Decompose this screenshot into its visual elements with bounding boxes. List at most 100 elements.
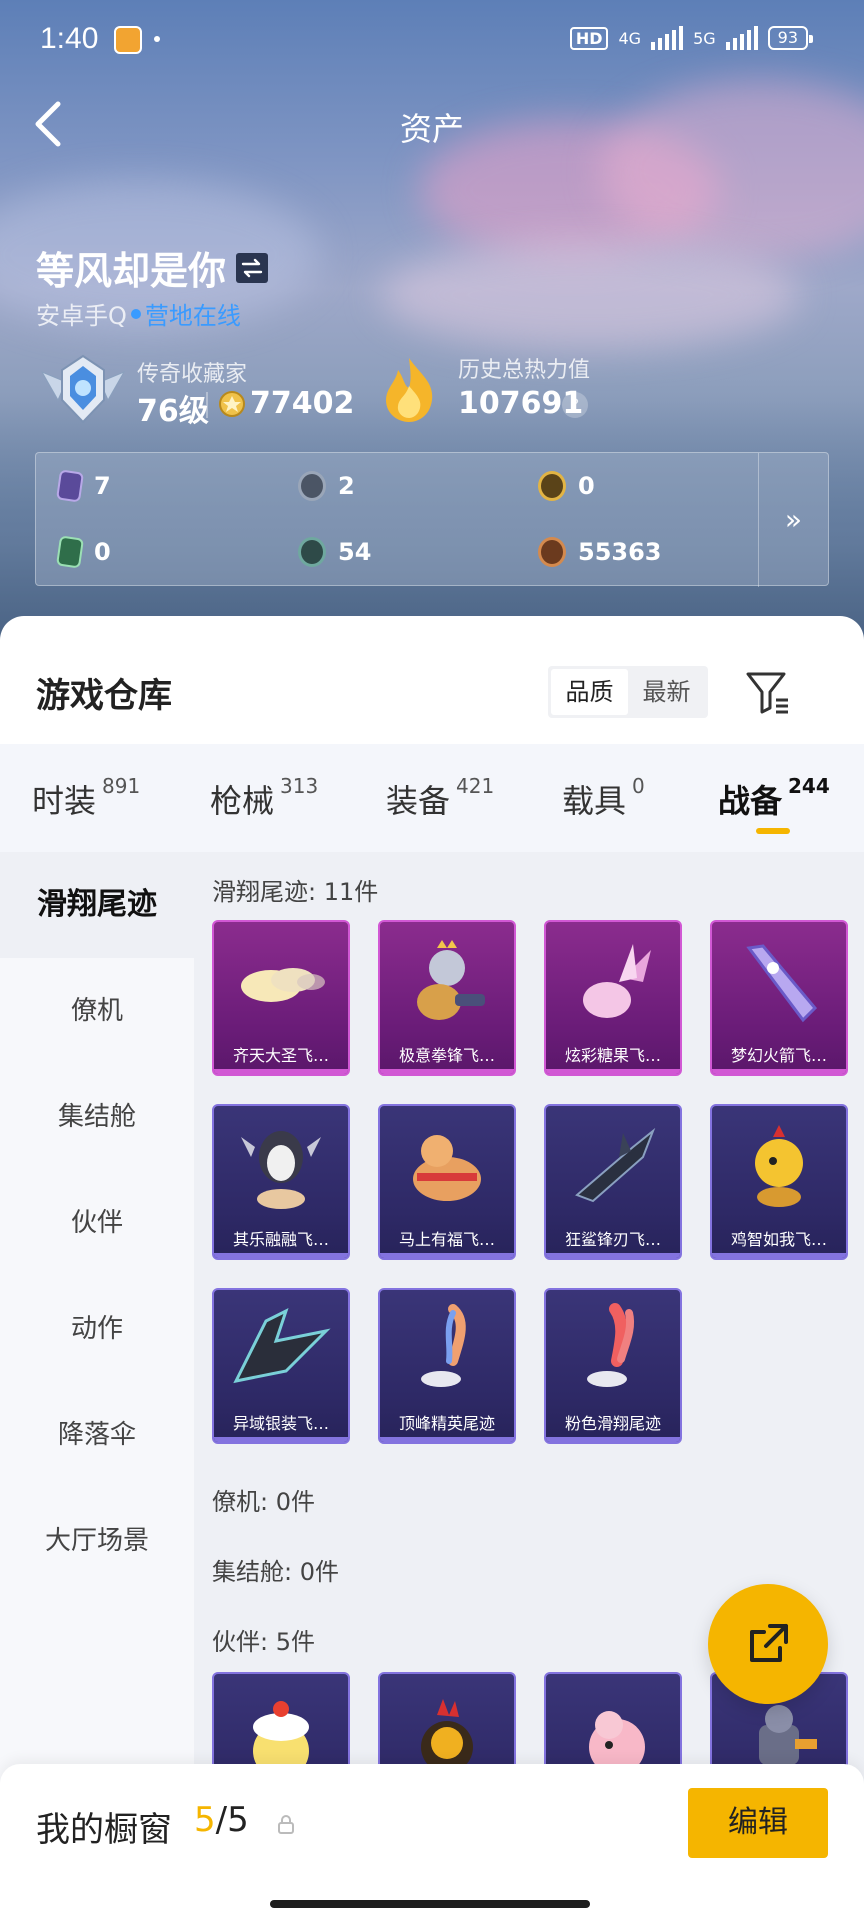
tab-count: 244 <box>788 774 830 798</box>
tab-vehicles[interactable]: 载具 0 <box>562 774 645 822</box>
item-label: 粉色滑翔尾迹 <box>564 1414 661 1433</box>
sidebar-item-emote[interactable]: 动作 <box>0 1276 194 1382</box>
silver-wings-icon <box>214 1296 348 1406</box>
collector-badge-icon[interactable] <box>38 352 128 428</box>
resource-value: 2 <box>338 472 355 500</box>
candy-icon <box>546 928 680 1038</box>
showcase-label: 我的橱窗 <box>36 1810 172 1850</box>
side-nav: 滑翔尾迹 僚机 集结舱 伙伴 动作 降落伞 大厅场景 <box>0 852 194 1920</box>
swap-account-icon[interactable] <box>236 252 269 283</box>
resource-item: 54 <box>298 537 371 567</box>
resource-item: 0 <box>56 535 111 569</box>
item-label: 异域银装飞… <box>232 1414 329 1433</box>
user-name-text: 等风却是你 <box>36 249 227 293</box>
item-card[interactable]: 齐天大圣飞… <box>212 920 350 1076</box>
sidebar-item-parachute[interactable]: 降落伞 <box>0 1382 194 1488</box>
user-subtitle: 安卓手Q 营地在线 <box>36 296 241 331</box>
rarity-bar <box>546 1437 680 1442</box>
edit-button[interactable]: 编辑 <box>688 1788 828 1858</box>
item-label: 炫彩糖果飞… <box>564 1046 661 1065</box>
notification-dot-icon <box>154 36 160 42</box>
item-label: 顶峰精英尾迹 <box>398 1414 495 1433</box>
section-title-glide-trail: 滑翔尾迹: 11件 <box>212 878 379 906</box>
pink-trail-icon <box>546 1296 680 1406</box>
rarity-bar <box>546 1069 680 1074</box>
tab-count: 421 <box>456 774 495 798</box>
penguin-icon <box>214 1112 348 1222</box>
tab-firearms[interactable]: 枪械 313 <box>210 774 319 822</box>
item-card[interactable]: 炫彩糖果飞… <box>544 920 682 1076</box>
item-label: 梦幻火箭飞… <box>730 1046 827 1065</box>
status-time: 1:40 <box>40 22 99 55</box>
sort-newest-button[interactable]: 最新 <box>628 669 705 715</box>
sidebar-item-companion[interactable]: 伙伴 <box>0 1170 194 1276</box>
user-name: 等风却是你 <box>36 240 269 295</box>
item-label: 齐天大圣飞… <box>232 1046 329 1065</box>
share-button[interactable] <box>708 1584 828 1704</box>
showcase-current: 5 <box>194 1800 216 1840</box>
item-card[interactable]: 马上有福飞… <box>378 1104 516 1260</box>
tab-battle-gear[interactable]: 战备 244 <box>718 774 830 822</box>
green-card-icon <box>56 535 84 569</box>
sort-toggle: 品质 最新 <box>548 666 708 718</box>
rarity-bar <box>380 1069 514 1074</box>
heat-title: 历史总热力值 <box>458 358 591 383</box>
sort-quality-button[interactable]: 品质 <box>551 669 628 715</box>
shark-icon <box>546 1112 680 1222</box>
resource-item: 7 <box>56 469 111 503</box>
item-card[interactable]: 极意拳锋飞… <box>378 920 516 1076</box>
profile-hero: 1:40 HD 4G 5G 93 资产 等风却是你 安卓手Q 营地在线 传奇收藏… <box>0 0 864 640</box>
hd-badge: HD <box>569 26 609 50</box>
item-card[interactable]: 鸡智如我飞… <box>710 1104 848 1260</box>
network-5g-label: 5G <box>693 28 716 48</box>
item-card[interactable]: 其乐融融飞… <box>212 1104 350 1260</box>
resource-panel[interactable]: 7 2 0 0 54 55363 » <box>35 452 829 587</box>
share-icon <box>750 1624 788 1662</box>
rarity-bar <box>712 1253 846 1258</box>
category-tabs: 时装 891 枪械 313 装备 421 载具 0 战备 244 <box>0 744 864 852</box>
home-indicator[interactable] <box>270 1900 590 1908</box>
warehouse-title: 游戏仓库 <box>36 676 172 716</box>
item-label: 狂鲨锋刃飞… <box>564 1230 661 1249</box>
elite-trail-icon <box>380 1296 514 1406</box>
item-card[interactable]: 异域银装飞… <box>212 1288 350 1444</box>
resource-value: 54 <box>338 538 372 566</box>
rarity-bar <box>214 1253 348 1258</box>
resource-item: 2 <box>298 471 355 501</box>
item-label: 极意拳锋飞… <box>398 1046 495 1065</box>
item-label: 其乐融融飞… <box>232 1230 329 1249</box>
online-status-text: 营地在线 <box>144 302 241 330</box>
tab-equipment[interactable]: 装备 421 <box>386 774 495 822</box>
sidebar-item-lobby-scene[interactable]: 大厅场景 <box>0 1488 194 1594</box>
section-title-pod: 集结舱: 0件 <box>212 1558 339 1586</box>
active-tab-indicator <box>756 828 790 834</box>
bronze-coin-icon <box>538 537 566 567</box>
silver-coin-icon <box>298 471 326 501</box>
tab-label: 时装 <box>32 782 97 820</box>
rarity-bar <box>546 1253 680 1258</box>
rarity-bar <box>380 1437 514 1442</box>
filter-icon[interactable] <box>744 668 792 716</box>
item-card[interactable]: 狂鲨锋刃飞… <box>544 1104 682 1260</box>
tab-fashion[interactable]: 时装 891 <box>32 774 141 822</box>
tab-count: 0 <box>632 774 645 798</box>
showcase-bar: 我的橱窗 5/5 编辑 <box>0 1764 864 1920</box>
status-bar: 1:40 HD 4G 5G 93 <box>0 0 864 84</box>
item-label: 马上有福飞… <box>398 1230 495 1249</box>
resource-item: 55363 <box>538 537 662 567</box>
signal-icon <box>725 26 758 50</box>
sidebar-item-pod[interactable]: 集结舱 <box>0 1064 194 1170</box>
heat-flame-icon <box>380 356 438 424</box>
sidebar-item-glide-trail[interactable]: 滑翔尾迹 <box>0 852 194 958</box>
item-card[interactable]: 梦幻火箭飞… <box>710 920 848 1076</box>
resources-more-button[interactable]: » <box>758 453 828 587</box>
resource-value: 55363 <box>578 538 662 566</box>
help-icon[interactable]: ? <box>562 392 588 418</box>
tab-count: 891 <box>102 774 141 798</box>
sidebar-item-wingman[interactable]: 僚机 <box>0 958 194 1064</box>
tab-count: 313 <box>280 774 319 798</box>
item-card[interactable]: 粉色滑翔尾迹 <box>544 1288 682 1444</box>
divider <box>206 392 208 418</box>
tab-label: 枪械 <box>210 782 275 820</box>
item-card[interactable]: 顶峰精英尾迹 <box>378 1288 516 1444</box>
